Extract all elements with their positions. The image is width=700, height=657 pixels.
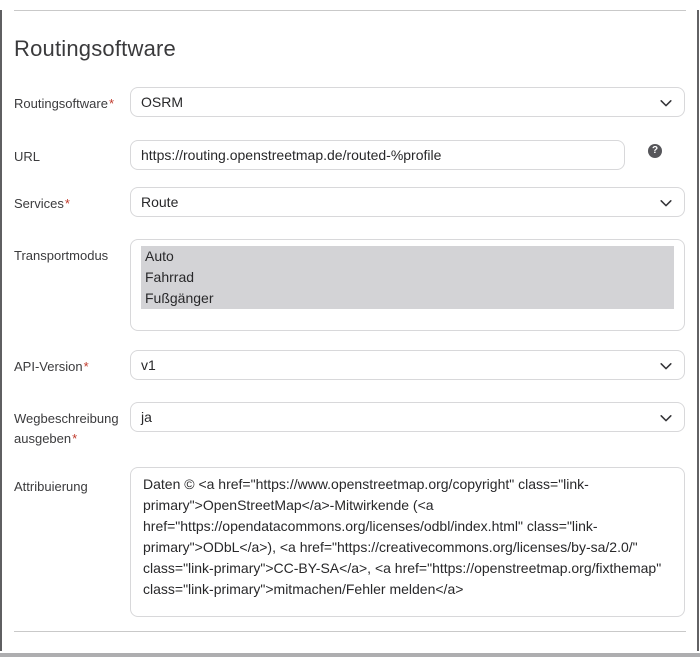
form-row-services: Services* Route [14,187,686,217]
bottom-divider [14,631,686,632]
api-version-select[interactable]: v1 [130,350,685,380]
field-label: Wegbeschreibung ausgeben [14,411,119,446]
transportmodus-listbox[interactable]: Auto Fahrrad Fußgänger [130,239,685,331]
routingsoftware-select[interactable]: OSRM [130,87,685,117]
services-select[interactable]: Route [130,187,685,217]
transportmodus-option-fussgaenger[interactable]: Fußgänger [141,288,674,309]
chevron-down-icon [659,196,673,210]
top-divider [14,10,686,11]
field-label: URL [14,149,40,164]
required-asterisk: * [84,359,89,374]
form-row-wegbeschreibung: Wegbeschreibung ausgeben* ja [14,402,686,449]
form-row-attribuierung: Attribuierung Daten © <a href="https://w… [14,467,686,617]
select-value: Route [141,194,178,210]
chevron-down-icon [659,359,673,373]
transportmodus-option-fahrrad[interactable]: Fahrrad [141,267,674,288]
required-asterisk: * [65,196,70,211]
panel-left-border [0,10,2,651]
field-label: API-Version [14,359,83,374]
footer-strip [0,653,700,657]
chevron-down-icon [659,96,673,110]
wegbeschreibung-select[interactable]: ja [130,402,685,432]
attribuierung-label: Attribuierung [14,467,130,497]
transportmodus-label: Transportmodus [14,239,130,266]
transportmodus-option-auto[interactable]: Auto [141,246,674,267]
form-row-routingsoftware: Routingsoftware* OSRM [14,87,686,117]
url-input[interactable] [130,140,625,170]
form-row-transportmodus: Transportmodus Auto Fahrrad Fußgänger [14,239,686,331]
wegbeschreibung-label: Wegbeschreibung ausgeben* [14,402,130,449]
panel-right-border [697,10,699,651]
routingsoftware-label: Routingsoftware* [14,87,130,114]
form-row-url: URL ? [14,140,686,170]
chevron-down-icon [659,411,673,425]
page-title: Routingsoftware [14,37,700,61]
api-version-label: API-Version* [14,350,130,377]
select-value: OSRM [141,94,183,110]
form-row-api-version: API-Version* v1 [14,350,686,380]
field-label: Attribuierung [14,479,88,494]
field-label: Services [14,196,64,211]
required-asterisk: * [109,96,114,111]
select-value: ja [141,409,152,425]
help-icon[interactable]: ? [648,144,662,158]
select-value: v1 [141,357,156,373]
attribuierung-textarea[interactable]: Daten © <a href="https://www.openstreetm… [130,467,685,617]
field-label: Transportmodus [14,248,108,263]
url-label: URL [14,140,130,167]
field-label: Routingsoftware [14,96,108,111]
routing-settings-form: Routingsoftware* OSRM URL ? Services* Ro… [14,87,686,617]
services-label: Services* [14,187,130,214]
required-asterisk: * [72,431,77,446]
